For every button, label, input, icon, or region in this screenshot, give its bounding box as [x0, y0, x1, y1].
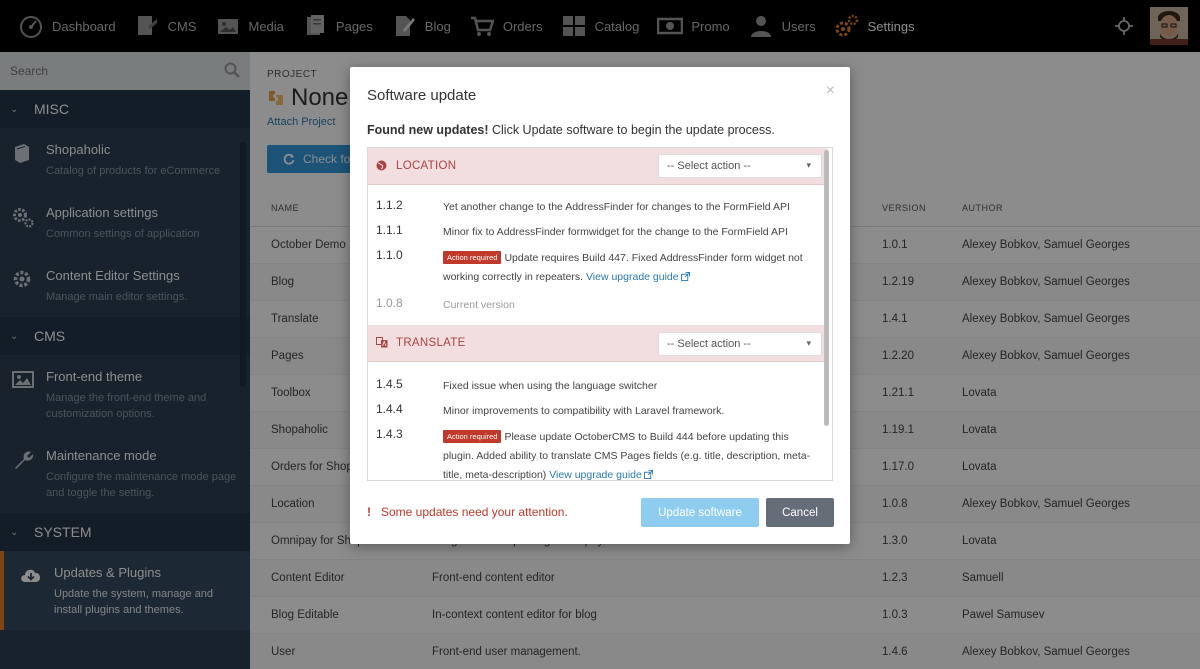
language-icon: [376, 337, 388, 349]
select-value: -- Select action --: [667, 338, 751, 350]
found-updates-text: Click Update software to begin the updat…: [488, 123, 775, 137]
update-software-button[interactable]: Update software: [641, 498, 759, 527]
upgrade-guide-label: View upgrade guide: [549, 469, 642, 481]
select-value: -- Select action --: [667, 160, 751, 172]
plugin-name: LOCATION: [396, 160, 457, 172]
update-version: 1.1.2: [376, 198, 403, 212]
found-updates-bold: Found new updates!: [367, 123, 489, 137]
software-update-modal: Software update × Found new updates! Cli…: [350, 67, 850, 544]
exclamation-icon: !: [367, 505, 371, 519]
update-text: Yet another change to the AddressFinder …: [443, 201, 790, 213]
upgrade-guide-link[interactable]: View upgrade guide: [549, 469, 653, 481]
close-icon[interactable]: ×: [826, 82, 835, 100]
attention-warning: ! Some updates need your attention.: [367, 505, 568, 519]
select-action-location[interactable]: -- Select action -- ▾: [658, 154, 822, 178]
globe-icon: [376, 160, 388, 172]
update-text: Minor fix to AddressFinder formwidget fo…: [443, 226, 788, 238]
update-text: Minor improvements to compatibility with…: [443, 405, 725, 417]
modal-title: Software update: [367, 87, 477, 104]
chevron-down-icon: ▾: [806, 160, 811, 170]
update-text: Fixed issue when using the language swit…: [443, 380, 658, 392]
upgrade-guide-link[interactable]: View upgrade guide: [586, 271, 690, 283]
update-version: 1.4.4: [376, 402, 403, 416]
external-link-icon: [680, 272, 690, 281]
action-required-badge: Action required: [443, 251, 502, 264]
upgrade-guide-label: View upgrade guide: [585, 271, 679, 283]
update-version: 1.0.8: [376, 296, 403, 310]
action-required-badge: Action required: [443, 430, 502, 443]
select-action-translate[interactable]: -- Select action -- ▾: [658, 332, 822, 356]
updates-scrollbar[interactable]: [824, 150, 829, 426]
updates-list: LOCATION -- Select action -- ▾ 1.1.2 Yet…: [367, 147, 833, 481]
update-version: 1.1.0: [376, 248, 403, 262]
external-link-icon: [643, 470, 653, 479]
update-version: 1.4.3: [376, 427, 403, 441]
found-updates-message: Found new updates! Click Update software…: [367, 123, 775, 137]
update-text: Current version: [443, 299, 515, 311]
chevron-down-icon: ▾: [806, 338, 811, 348]
update-version: 1.1.1: [376, 223, 403, 237]
update-version: 1.4.5: [376, 377, 403, 391]
update-text-block: Action required Please update OctoberCMS …: [443, 428, 818, 481]
plugin-name: TRANSLATE: [396, 337, 466, 349]
warning-text: Some updates need your attention.: [381, 505, 568, 519]
update-text-block: Action required Update requires Build 447…: [443, 249, 818, 287]
cancel-button[interactable]: Cancel: [766, 498, 834, 527]
